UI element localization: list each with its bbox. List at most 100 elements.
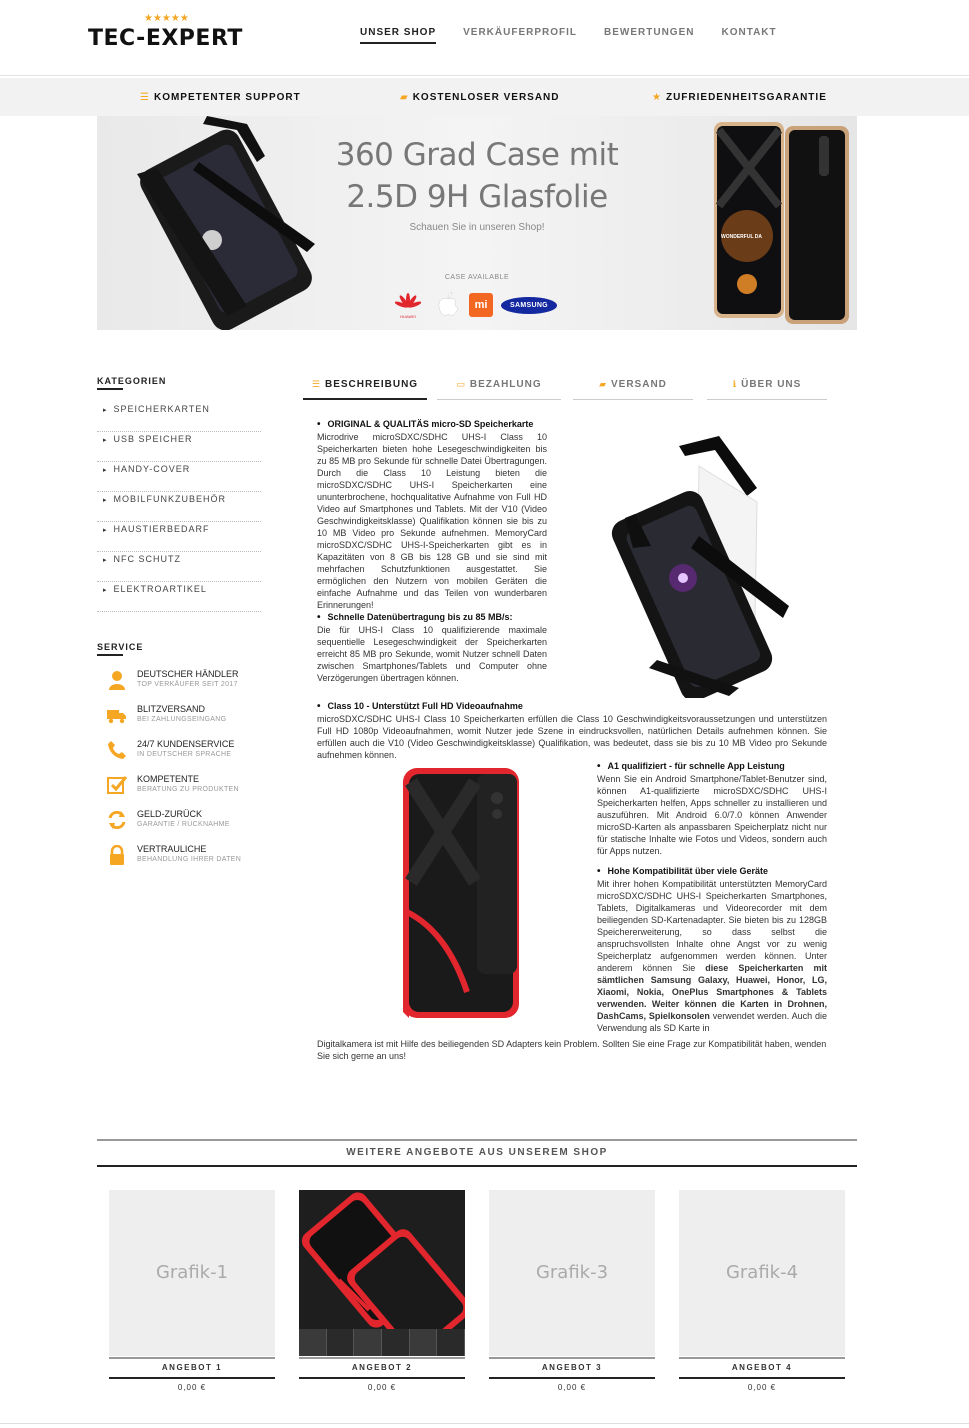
- service-subtitle: BEHANDLUNG IHRER DATEN: [137, 856, 242, 863]
- offer-image[interactable]: Grafik-1: [109, 1190, 275, 1356]
- tab-ueber-uns[interactable]: ℹ ÜBER UNS: [707, 376, 827, 400]
- offer-list: Grafik-1 ANGEBOT 1 0,00 € ANGEBOT 2 0,00…: [97, 1190, 857, 1410]
- category-speicherkarten[interactable]: ▸ SPEICHERKARTEN: [97, 402, 261, 432]
- thumbnail[interactable]: [409, 1329, 438, 1356]
- caret-right-icon: ▸: [103, 437, 108, 444]
- samsung-logo-icon: SAMSUNG: [501, 297, 557, 314]
- huawei-logo-icon: HUAWEI: [395, 293, 421, 319]
- phone-icon: [108, 741, 126, 759]
- nav-kontakt[interactable]: KONTAKT: [721, 27, 776, 44]
- brand-logos: HUAWEI mi SAMSUNG: [395, 291, 565, 321]
- main-nav: UNSER SHOP VERKÄUFERPROFIL BEWERTUNGEN K…: [360, 27, 804, 44]
- category-label: ELEKTROARTIKEL: [113, 584, 207, 594]
- service-item: KOMPETENTE BERATUNG ZU PRODUKTEN: [97, 773, 261, 808]
- offer-name[interactable]: ANGEBOT 2: [299, 1357, 465, 1379]
- service-subtitle: TOP VERKÄUFER SEIT 2017: [137, 681, 238, 688]
- description-full-hd: Class 10 - Unterstützt Full HD Videoaufn…: [317, 700, 827, 761]
- thumbnail[interactable]: [299, 1329, 327, 1356]
- usp-support-label: KOMPETENTER SUPPORT: [153, 92, 301, 103]
- service-title: KOMPETENTE: [137, 774, 200, 784]
- logo-text: TEC-EXPERT: [88, 26, 243, 51]
- category-usb-speicher[interactable]: ▸ USB SPEICHER: [97, 432, 261, 462]
- paragraph-a1: Wenn Sie ein Android Smartphone/Tablet-B…: [597, 774, 827, 856]
- caret-right-icon: ▸: [103, 587, 108, 594]
- lock-icon: [110, 845, 124, 865]
- service-subtitle: BEI ZAHLUNGSEINGANG: [137, 716, 227, 723]
- nav-bewertungen[interactable]: BEWERTUNGEN: [604, 27, 694, 44]
- logo[interactable]: ★★★★★ TEC-EXPERT: [88, 14, 258, 54]
- category-haustierbedarf[interactable]: ▸ HAUSTIERBEDARF: [97, 522, 261, 552]
- nav-verkaeuferprofil[interactable]: VERKÄUFERPROFIL: [463, 27, 577, 44]
- credit-card-icon: ▭: [456, 379, 466, 389]
- category-label: USB SPEICHER: [113, 434, 193, 444]
- description-end: Digitalkamera ist mit Hilfe des beiliege…: [317, 1038, 827, 1062]
- user-icon: [109, 671, 125, 690]
- thumbnail[interactable]: [382, 1329, 410, 1356]
- offer-card-3[interactable]: Grafik-3 ANGEBOT 3 0,00 €: [489, 1190, 655, 1392]
- category-mobilfunkzubehoer[interactable]: ▸ MOBILFUNKZUBEHÖR: [97, 492, 261, 522]
- offer-image[interactable]: [299, 1190, 465, 1356]
- nav-unser-shop[interactable]: UNSER SHOP: [360, 27, 437, 44]
- offer-image[interactable]: Grafik-3: [489, 1190, 655, 1356]
- sidebar: KATEGORIEN ▸ SPEICHERKARTEN ▸ USB SPEICHER…: [97, 376, 261, 878]
- usp-bar: ☰ KOMPETENTER SUPPORT ▰ KOSTENLOSER VERSAN…: [0, 78, 969, 116]
- tab-beschreibung[interactable]: ☰ BESCHREIBUNG: [303, 376, 427, 400]
- offer-price: 0,00 €: [367, 1383, 397, 1392]
- service-item: GELD-ZURÜCK GARANTIE / RÜCKNAHME: [97, 808, 261, 843]
- paragraph-original-quality: Microdrive microSDXC/SDHC UHS-I Class 10…: [317, 432, 547, 610]
- tab-bezahlung[interactable]: ▭ BEZAHLUNG: [437, 376, 561, 400]
- checkbox-icon: [107, 776, 127, 794]
- offer-card-2[interactable]: ANGEBOT 2 0,00 €: [299, 1190, 465, 1392]
- product-image-black-case[interactable]: [579, 428, 813, 698]
- tab-label: VERSAND: [611, 379, 667, 390]
- service-subtitle: IN DEUTSCHER SPRACHE: [137, 751, 232, 758]
- service-title: VERTRAULICHE: [137, 844, 207, 854]
- categories-heading: KATEGORIEN: [97, 376, 261, 390]
- phone-screen-text: WONDERFUL DA: [721, 234, 762, 240]
- offer-name[interactable]: ANGEBOT 3: [489, 1357, 655, 1379]
- banner-case-available: CASE AVAILABLE: [444, 274, 510, 281]
- service-item: BLITZVERSAND BEI ZAHLUNGSEINGANG: [97, 703, 261, 738]
- description-column-right: A1 qualifiziert - für schnelle App Leist…: [597, 760, 827, 1034]
- truck-icon: ▰: [599, 379, 607, 389]
- category-handy-cover[interactable]: ▸ HANDY-COVER: [97, 462, 261, 492]
- offer-price: 0,00 €: [557, 1383, 587, 1392]
- offer-name[interactable]: ANGEBOT 4: [679, 1357, 845, 1379]
- product-tabs: ☰ BESCHREIBUNG ▭ BEZAHLUNG ▰ VERSAND ℹ ÜBER …: [303, 376, 827, 400]
- category-label: HANDY-COVER: [113, 464, 191, 474]
- caret-right-icon: ▸: [103, 467, 108, 474]
- header: ★★★★★ TEC-EXPERT UNSER SHOP VERKÄUFERPRO…: [0, 0, 969, 76]
- thumbnail[interactable]: [437, 1329, 465, 1356]
- promo-banner[interactable]: 360 Grad Case mit 2.5D 9H Glasfolie Scha…: [97, 116, 857, 330]
- apple-logo-icon: [438, 291, 459, 316]
- more-offers: WEITERE ANGEBOTE AUS UNSEREM SHOP Grafik…: [97, 1139, 857, 1410]
- tab-versand[interactable]: ▰ VERSAND: [573, 376, 693, 400]
- rating-stars-icon: ★★★★★: [144, 13, 189, 24]
- offer-image[interactable]: Grafik-4: [679, 1190, 845, 1356]
- caret-right-icon: ▸: [103, 527, 108, 534]
- category-nfc-schutz[interactable]: ▸ NFC SCHUTZ: [97, 552, 261, 582]
- caret-right-icon: ▸: [103, 407, 108, 414]
- product-image-red-case[interactable]: [347, 762, 567, 1026]
- usp-guarantee: ★ ZUFRIEDENHEITSGARANTIE: [652, 92, 827, 103]
- category-label: NFC SCHUTZ: [113, 554, 182, 564]
- info-icon: ℹ: [732, 379, 738, 389]
- usp-shipping: ▰ KOSTENLOSER VERSAND: [400, 92, 560, 103]
- offer-product-image: [299, 1190, 465, 1329]
- paragraph-compatibility: Mit ihrer hohen Kompatibilität unterstüt…: [597, 878, 827, 1034]
- offer-name[interactable]: ANGEBOT 1: [109, 1357, 275, 1379]
- thumbnail[interactable]: [354, 1329, 383, 1356]
- truck-icon: [107, 710, 126, 724]
- footer-divider: [0, 1423, 969, 1424]
- huawei-label: HUAWEI: [400, 314, 416, 319]
- thumbnail[interactable]: [326, 1329, 355, 1356]
- description-column-left: ORIGINAL & QUALITÄS micro-SD Speicherkar…: [317, 418, 547, 684]
- xiaomi-logo-icon: mi: [469, 293, 493, 317]
- category-elektroartikel[interactable]: ▸ ELEKTROARTIKEL: [97, 582, 261, 612]
- service-title: GELD-ZURÜCK: [137, 809, 203, 819]
- offer-card-4[interactable]: Grafik-4 ANGEBOT 4 0,00 €: [679, 1190, 845, 1392]
- paragraph-class-10: microSDXC/SDHC UHS-I Class 10 Speicherka…: [317, 714, 827, 760]
- phone-illustration-right: WONDERFUL DA: [714, 122, 849, 324]
- offer-card-1[interactable]: Grafik-1 ANGEBOT 1 0,00 €: [109, 1190, 275, 1392]
- compatibility-text-1: Mit ihrer hohen Kompatibilität unterstüt…: [597, 879, 827, 973]
